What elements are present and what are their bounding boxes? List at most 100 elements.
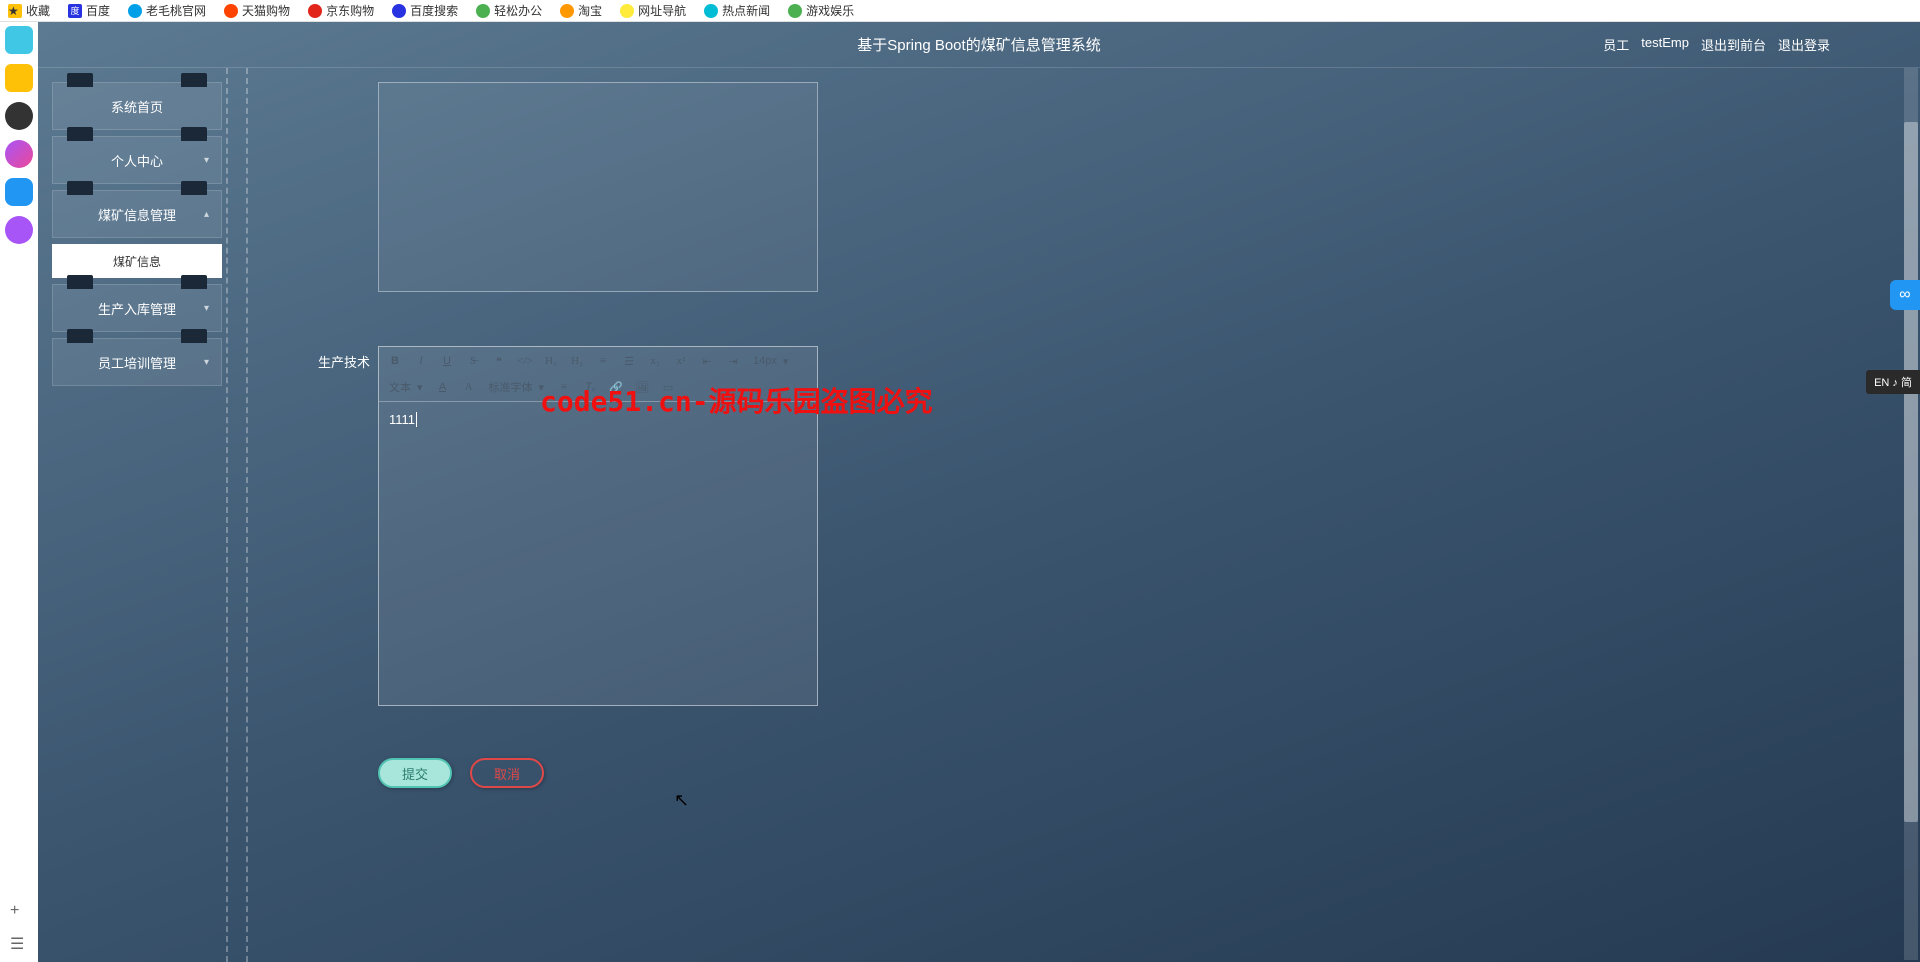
sidebar-item-prod-in[interactable]: 生产入库管理 ▾ (52, 284, 222, 332)
plus-icon[interactable]: + (10, 902, 28, 920)
richtext-body[interactable]: 1111 (379, 402, 817, 705)
app-frame: 基于Spring Boot的煤矿信息管理系统 员工 testEmp 退出到前台 … (38, 22, 1920, 962)
sidebar-item-label: 系统首页 (111, 97, 163, 116)
bg-color-icon[interactable]: A (459, 377, 479, 397)
upper-preview-box[interactable] (378, 82, 818, 292)
globe-icon (224, 4, 238, 18)
globe-icon (128, 4, 142, 18)
bookmark-label: 游戏娱乐 (806, 2, 854, 19)
logout-front-link[interactable]: 退出到前台 (1701, 35, 1766, 54)
sidebar-item-label: 生产入库管理 (98, 299, 176, 318)
page-title: 基于Spring Boot的煤矿信息管理系统 (857, 34, 1100, 55)
h2-icon[interactable]: H₂ (567, 351, 587, 371)
quote-icon[interactable]: ❝ (489, 351, 509, 371)
text-color-icon[interactable]: A (433, 377, 453, 397)
sidebar-item-home[interactable]: 系统首页 (52, 82, 222, 130)
video-icon[interactable]: ▭ (658, 377, 678, 397)
ime-indicator[interactable]: EN ♪ 简 (1866, 370, 1920, 394)
app-header: 基于Spring Boot的煤矿信息管理系统 员工 testEmp 退出到前台 … (38, 22, 1920, 68)
list-ordered-icon[interactable]: ≡ (593, 351, 613, 371)
globe-icon (476, 4, 490, 18)
bookmark-label: 网址导航 (638, 2, 686, 19)
bookmark-qsoffice[interactable]: 轻松办公 (476, 2, 542, 19)
globe-icon (308, 4, 322, 18)
bookmark-baidu[interactable]: 度百度 (68, 2, 110, 19)
form-label: 生产技术 (318, 346, 370, 371)
italic-icon[interactable]: I (411, 351, 431, 371)
bookmark-jd[interactable]: 京东购物 (308, 2, 374, 19)
bold-icon[interactable]: B (385, 351, 405, 371)
select-value: 14px (753, 355, 777, 367)
richtext-editor: B I U S̶ ❝ </> H₁ H₂ ≡ ☰ x₂ x² ⇤ ⇥ 14px▾… (378, 346, 818, 706)
hamburger-icon[interactable]: ☰ (10, 934, 28, 952)
strikethrough-icon[interactable]: S̶ (463, 351, 483, 371)
dock-icon-2[interactable] (5, 64, 33, 92)
dock-icon-3[interactable] (5, 102, 33, 130)
bookmark-taobao[interactable]: 淘宝 (560, 2, 602, 19)
scrollbar-thumb[interactable] (1904, 122, 1918, 822)
bookmark-navsite[interactable]: 网址导航 (620, 2, 686, 19)
sidebar-item-label: 煤矿信息 (113, 253, 161, 270)
cancel-button[interactable]: 取消 (470, 758, 544, 788)
globe-icon (392, 4, 406, 18)
bookmark-label: 淘宝 (578, 2, 602, 19)
sidebar-item-training[interactable]: 员工培训管理▾ (52, 338, 222, 386)
sidebar-item-personal[interactable]: 个人中心▾ (52, 136, 222, 184)
fontsize-select[interactable]: 14px▾ (749, 351, 792, 371)
subscript-icon[interactable]: x₂ (645, 351, 665, 371)
sidebar-item-label: 煤矿信息管理 (98, 205, 176, 224)
globe-icon (620, 4, 634, 18)
texttype-select[interactable]: 文本▾ (385, 377, 427, 397)
paw-icon: 度 (68, 4, 82, 18)
star-icon: ★ (8, 4, 22, 18)
image-icon[interactable]: 🖼 (632, 377, 652, 397)
bookmark-news[interactable]: 热点新闻 (704, 2, 770, 19)
sidebar-item-coal-mgmt[interactable]: 煤矿信息管理▴ (52, 190, 222, 238)
sidebar-item-label: 员工培训管理 (98, 353, 176, 372)
chevron-down-icon: ▾ (204, 303, 209, 314)
bookmark-label: 老毛桃官网 (146, 2, 206, 19)
list-unordered-icon[interactable]: ☰ (619, 351, 639, 371)
content-area: 生产技术 B I U S̶ ❝ </> H₁ H₂ ≡ ☰ x₂ x² ⇤ ⇥ (278, 68, 1900, 962)
link-icon[interactable]: 🔗 (606, 377, 626, 397)
bookmark-favorites[interactable]: ★ 收藏 (8, 2, 50, 19)
bookmark-baidusearch[interactable]: 百度搜索 (392, 2, 458, 19)
bookmark-label: 热点新闻 (722, 2, 770, 19)
user-name[interactable]: testEmp (1641, 35, 1689, 54)
globe-icon (560, 4, 574, 18)
float-share-button[interactable]: ∞ (1890, 280, 1920, 310)
logout-link[interactable]: 退出登录 (1778, 35, 1830, 54)
underline-icon[interactable]: U (437, 351, 457, 371)
submit-button[interactable]: 提交 (378, 758, 452, 788)
fontfamily-select[interactable]: 标准字体 ▾ (485, 377, 549, 397)
sidebar-subitem-coal-info[interactable]: 煤矿信息 (52, 244, 222, 278)
sidebar-item-label: 个人中心 (111, 151, 163, 170)
bookmark-label: 天猫购物 (242, 2, 290, 19)
dock-icon-5[interactable] (5, 178, 33, 206)
bookmark-label: 百度搜索 (410, 2, 458, 19)
editor-content: 1111 (389, 412, 415, 427)
dock-icon-4[interactable] (5, 140, 33, 168)
bookmark-label: 收藏 (26, 2, 50, 19)
button-row: 提交 取消 (378, 758, 544, 788)
superscript-icon[interactable]: x² (671, 351, 691, 371)
outdent-icon[interactable]: ⇥ (723, 351, 743, 371)
left-dock: + ☰ (0, 22, 38, 962)
select-value: 标准字体 (489, 379, 533, 395)
code-icon[interactable]: </> (515, 351, 535, 371)
bookmark-tmall[interactable]: 天猫购物 (224, 2, 290, 19)
bookmark-laomaotao[interactable]: 老毛桃官网 (128, 2, 206, 19)
chevron-down-icon: ▾ (539, 381, 545, 394)
indent-icon[interactable]: ⇤ (697, 351, 717, 371)
dock-icon-6[interactable] (5, 216, 33, 244)
h1-icon[interactable]: H₁ (541, 351, 561, 371)
align-icon[interactable]: ≡ (554, 377, 574, 397)
form-row-production-tech: 生产技术 B I U S̶ ❝ </> H₁ H₂ ≡ ☰ x₂ x² ⇤ ⇥ (318, 346, 818, 706)
clear-format-icon[interactable]: Tₓ (580, 377, 600, 397)
dock-icon-1[interactable] (5, 26, 33, 54)
mouse-cursor-icon: ↖ (674, 790, 689, 811)
chevron-down-icon: ▾ (417, 381, 423, 394)
bookmark-label: 轻松办公 (494, 2, 542, 19)
bookmark-games[interactable]: 游戏娱乐 (788, 2, 854, 19)
header-right: 员工 testEmp 退出到前台 退出登录 (1603, 35, 1830, 54)
